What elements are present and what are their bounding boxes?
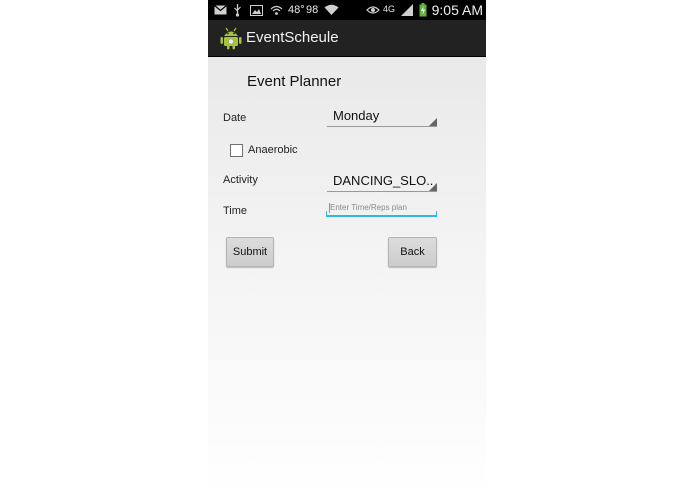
anaerobic-checkbox[interactable] bbox=[230, 144, 243, 157]
anaerobic-label[interactable]: Anaerobic bbox=[248, 144, 298, 156]
time-field[interactable] bbox=[326, 200, 438, 217]
network-type-text: 4G bbox=[383, 4, 396, 14]
dropdown-arrow-icon bbox=[429, 183, 437, 191]
submit-button[interactable]: Submit bbox=[226, 237, 274, 267]
time-input[interactable] bbox=[326, 200, 438, 214]
hotspot-icon bbox=[269, 3, 283, 17]
activity-label: Activity bbox=[223, 174, 258, 186]
field-edge-left bbox=[326, 211, 327, 215]
back-button[interactable]: Back bbox=[388, 237, 437, 267]
status-bar: 48° 98 4G 9:05 AM bbox=[208, 0, 486, 20]
date-spinner[interactable]: Monday bbox=[327, 104, 437, 127]
temperature-text: 48° bbox=[288, 4, 305, 16]
activity-spinner-value: DANCING_SLO.. bbox=[333, 173, 434, 188]
battery-charging-icon bbox=[418, 3, 427, 17]
usb-icon bbox=[232, 3, 242, 17]
field-edge-right bbox=[436, 211, 437, 215]
eye-icon bbox=[365, 3, 380, 17]
time-label: Time bbox=[223, 205, 248, 217]
clock-text: 9:05 AM bbox=[431, 2, 483, 18]
battery-percent-text: 98 bbox=[306, 4, 319, 16]
mail-icon bbox=[213, 3, 227, 17]
dropdown-arrow-icon bbox=[429, 118, 437, 126]
wifi-icon bbox=[323, 3, 339, 17]
activity-spinner[interactable]: DANCING_SLO.. bbox=[327, 169, 437, 192]
phone-screen: 48° 98 4G 9:05 AM EventScheule Event Pla… bbox=[208, 0, 486, 494]
app-title: EventScheule bbox=[246, 29, 339, 46]
action-bar: EventScheule bbox=[208, 20, 486, 57]
gallery-icon bbox=[249, 3, 263, 17]
date-spinner-value: Monday bbox=[333, 108, 380, 123]
page-title: Event Planner bbox=[247, 73, 342, 90]
text-cursor bbox=[329, 203, 330, 213]
android-icon bbox=[220, 26, 242, 50]
signal-icon bbox=[400, 3, 413, 17]
date-label: Date bbox=[223, 112, 247, 124]
